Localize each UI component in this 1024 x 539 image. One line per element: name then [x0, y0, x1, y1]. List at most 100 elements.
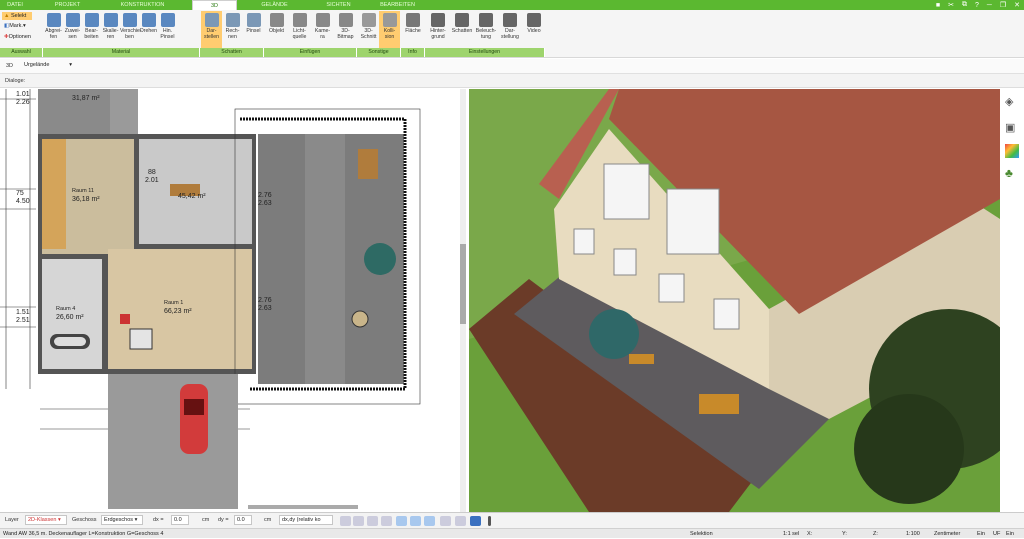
- dy-input[interactable]: 0.0: [234, 515, 252, 525]
- scale-button[interactable]: Skalie- ren: [101, 11, 120, 48]
- pick-button[interactable]: Abgrei- fen: [44, 11, 63, 48]
- quick-icon-1[interactable]: ■: [936, 2, 940, 9]
- lighting-icon: [479, 13, 493, 27]
- ribbon: ▲ Selekt ◧Mark.▾ ✚Optionen Auswahl Mater…: [0, 10, 1024, 58]
- edit-button[interactable]: Bear- beiten: [82, 11, 101, 48]
- ribbon-button-label: Licht- quelle: [292, 28, 307, 40]
- collision-button[interactable]: Kolli- sion: [379, 11, 400, 48]
- background-icon: [431, 13, 445, 27]
- materials-icon[interactable]: [1005, 144, 1019, 158]
- dialog-label: Dialoge:: [5, 78, 26, 84]
- quick-icon-4[interactable]: ?: [975, 2, 979, 9]
- 3d-view[interactable]: [469, 89, 1000, 512]
- selekt-button[interactable]: ▲ Selekt: [2, 12, 32, 20]
- video-icon: [527, 13, 541, 27]
- tab-3d[interactable]: 3D: [192, 0, 237, 10]
- coordinate-mode-select[interactable]: dx,dy (relativ ko: [279, 515, 333, 525]
- tab-projekt[interactable]: PROJEKT: [45, 0, 90, 10]
- quick-icon-3[interactable]: ⧉: [962, 1, 967, 9]
- options-button[interactable]: ✚Optionen: [4, 34, 31, 40]
- layer-label: Layer: [5, 517, 19, 523]
- dimension-label: 2.51: [16, 317, 30, 324]
- background-button[interactable]: Hinter- grund: [426, 11, 450, 48]
- separator-icon: [488, 516, 491, 526]
- ribbon-button-label: Kolli- sion: [383, 28, 396, 40]
- quick-icon-2[interactable]: ✂: [948, 1, 954, 9]
- mark-button[interactable]: ◧Mark.▾: [4, 23, 26, 29]
- group-auswahl: Auswahl: [0, 48, 43, 57]
- camera-button[interactable]: Kame- ra: [311, 11, 334, 48]
- view-toolbar: 3D Urgelände ▾: [0, 59, 1024, 74]
- floor-plan-view[interactable]: 31,87 m² Raum 11 36,18 m² 45,42 m² Raum …: [0, 89, 466, 512]
- dimension-label: 1.01: [16, 91, 30, 98]
- terrain-select[interactable]: Urgelände ▾: [22, 61, 75, 71]
- ribbon-button-label: Bear- beiten: [84, 28, 99, 40]
- edit-icon: [84, 13, 99, 27]
- shadow-show-button[interactable]: Dar- stellen: [201, 11, 222, 48]
- shadow-calc-button[interactable]: Rech- nen: [222, 11, 243, 48]
- floor-select[interactable]: Erdgeschos ▾: [101, 515, 143, 525]
- furniture-icon[interactable]: ▣: [1005, 121, 1019, 135]
- 3d-render[interactable]: [469, 89, 1000, 512]
- video-button[interactable]: Video: [522, 11, 546, 48]
- shadow-brush-button[interactable]: Pinsel: [243, 11, 264, 48]
- rotate-button[interactable]: Drehen: [139, 11, 158, 48]
- ribbon-button-label: Zuwei- sen: [64, 28, 81, 40]
- ortho-icon[interactable]: [381, 516, 392, 526]
- dimension-label: 2.01: [145, 177, 159, 184]
- minimize-icon[interactable]: ─: [987, 2, 992, 9]
- table-icon[interactable]: [440, 516, 451, 526]
- status-bar: Wand AW 36,5 m. Deckenauflager L=Konstru…: [0, 528, 1024, 538]
- ribbon-button-label: Rech- nen: [225, 28, 240, 40]
- shadows-button[interactable]: Schatten: [450, 11, 474, 48]
- layer-select[interactable]: 2D-Klassen ▾: [25, 515, 67, 525]
- ribbon-button-label: Dar- stellen: [204, 28, 219, 40]
- clock-icon[interactable]: [340, 516, 351, 526]
- group-schatten: Schatten: [200, 48, 264, 57]
- ribbon-button-label: Video: [527, 28, 541, 34]
- restore-icon[interactable]: ❐: [1000, 1, 1006, 9]
- dimension-label: 2.63: [258, 305, 272, 312]
- area-icon: [406, 13, 420, 27]
- dimension-label: 2.26: [16, 99, 30, 106]
- scale-icon: [103, 13, 118, 27]
- plants-icon[interactable]: ♣: [1005, 166, 1019, 180]
- grid-icon[interactable]: [367, 516, 378, 526]
- 3d-cut-button[interactable]: 3D- Schnitt: [358, 11, 379, 48]
- ribbon-button-label: Schatten: [451, 28, 473, 34]
- tab-datei[interactable]: DATEI: [0, 0, 30, 10]
- ribbon-button-label: Kame- ra: [314, 28, 331, 40]
- layers-icon[interactable]: ◈: [1005, 95, 1019, 109]
- object-button[interactable]: Objekt: [265, 11, 288, 48]
- area-button[interactable]: Fläche: [402, 11, 424, 48]
- ribbon-button-label: Beleuch- tung: [475, 28, 497, 40]
- tab-konstruktion[interactable]: KONSTRUKTION: [110, 0, 175, 10]
- snap-icon[interactable]: [353, 516, 364, 526]
- light-button[interactable]: Licht- quelle: [288, 11, 311, 48]
- info-icon[interactable]: [470, 516, 481, 526]
- room-area-label: 26,60 m²: [56, 314, 84, 321]
- dx-input[interactable]: 0.0: [171, 515, 189, 525]
- group-info: Info: [401, 48, 425, 57]
- brush-button[interactable]: Hin. Pinsel: [158, 11, 177, 48]
- catch-icon[interactable]: [424, 516, 435, 526]
- lighting-button[interactable]: Beleuch- tung: [474, 11, 498, 48]
- bitmap-button[interactable]: 3D- Bitmap: [334, 11, 357, 48]
- assign-button[interactable]: Zuwei- sen: [63, 11, 82, 48]
- line-icon[interactable]: [396, 516, 407, 526]
- dimension-label: 4.50: [16, 198, 30, 205]
- tab-gelaende[interactable]: GELÄNDE: [252, 0, 297, 10]
- align-icon[interactable]: [455, 516, 466, 526]
- 3d-cut-icon: [361, 13, 376, 27]
- view-mode-label: 3D: [6, 63, 14, 69]
- group-material: Material: [43, 48, 200, 57]
- move-button[interactable]: Verschie- ben: [120, 11, 142, 48]
- tab-sichten[interactable]: SICHTEN: [316, 0, 361, 10]
- display-button[interactable]: Dar- stellung: [498, 11, 522, 48]
- shadow-show-icon: [204, 13, 219, 27]
- close-icon[interactable]: ✕: [1014, 1, 1020, 9]
- floor-plan-canvas[interactable]: [0, 89, 466, 512]
- shadow-brush-icon: [246, 13, 261, 27]
- angle-icon[interactable]: [410, 516, 421, 526]
- tab-bearbeiten[interactable]: BEARBEITEN: [370, 0, 425, 10]
